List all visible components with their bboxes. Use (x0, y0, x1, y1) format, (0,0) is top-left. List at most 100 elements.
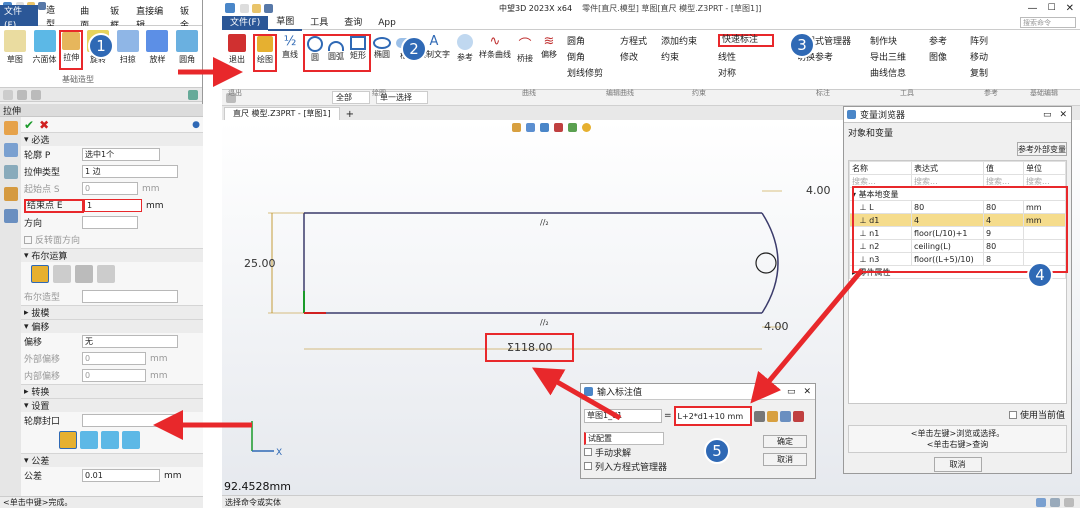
doc-tab-sketch[interactable]: 直尺 模型.Z3PRT - [草图1] (224, 107, 340, 120)
open-icon[interactable] (252, 3, 261, 13)
function-icon[interactable] (779, 410, 791, 422)
line-button[interactable]: ½ 直线 (278, 34, 302, 79)
loft-button[interactable]: 放样 (143, 30, 173, 87)
close-button[interactable]: ✕ (1066, 3, 1074, 14)
dim-tool-icon-a[interactable] (753, 410, 765, 422)
external-variable-button[interactable]: 参考外部变量 (1017, 142, 1067, 156)
offset-curve-button[interactable]: ≋ 偏移 (538, 34, 560, 79)
select-icon[interactable] (17, 89, 27, 100)
convert-section[interactable]: ▸ 转换 (21, 384, 203, 398)
chamfer-curve-item[interactable]: 倒角 (567, 50, 619, 63)
bridge-button[interactable]: ⌒ 桥接 (513, 34, 537, 79)
pick-icon[interactable] (31, 89, 41, 100)
view-icon[interactable] (3, 165, 18, 179)
var-cancel-button[interactable]: 取消 (933, 457, 982, 472)
tab-app[interactable]: App (370, 16, 404, 30)
seal-none-icon[interactable] (59, 431, 77, 449)
image-item[interactable]: 图像 (929, 50, 969, 63)
end-field[interactable]: 1 (84, 199, 142, 212)
reference-button[interactable]: 参考 (453, 34, 477, 79)
draw-button[interactable]: 绘图 (253, 34, 277, 72)
tolerance-section[interactable]: ▾ 公差 (21, 453, 203, 467)
trim-curve-item[interactable]: 划线修剪 (567, 66, 619, 79)
curve-info-item[interactable]: 曲线信息 (870, 66, 928, 79)
var-browser-pin[interactable]: ▭ (1043, 110, 1052, 120)
seal-field[interactable] (82, 414, 178, 427)
dim-sum[interactable]: Σ118.00 (485, 333, 575, 362)
dim-radius-top[interactable]: 4.00 (806, 184, 831, 197)
tab-sketch[interactable]: 草图 (268, 15, 303, 31)
export-3d-item[interactable]: 导出三维 (870, 50, 928, 63)
linear-dimension-item[interactable]: 线性 (718, 50, 774, 63)
status-grid-icon[interactable] (1050, 497, 1060, 507)
expression-input[interactable]: L+2*d1+10 (678, 412, 728, 421)
mode-select[interactable]: 试配置 (584, 432, 664, 445)
array-item[interactable]: 阵列 (970, 34, 1010, 47)
spline-button[interactable]: ∿ 样条曲线 (478, 34, 512, 79)
make-block-item[interactable]: 制作块 (870, 34, 928, 47)
move-item[interactable]: 移动 (970, 50, 1010, 63)
ok-icon[interactable]: ✔ (24, 118, 34, 132)
seal-start-icon[interactable] (80, 431, 98, 449)
required-section[interactable]: ▾ 必选 (21, 132, 203, 146)
right-file-menu[interactable]: 文件(F) (222, 15, 269, 30)
dim-width[interactable]: 25.00 (244, 257, 276, 270)
tolerance-field[interactable]: 0.01 (82, 469, 160, 482)
maximize-button[interactable]: ☐ (1048, 3, 1056, 13)
draft-section[interactable]: ▸ 拔模 (21, 305, 203, 319)
filter-icon[interactable] (3, 89, 13, 100)
profile-field[interactable]: 选中1个 (82, 148, 160, 161)
refresh-icon[interactable] (188, 89, 198, 100)
fillet-curve-item[interactable]: 圆角 (567, 34, 619, 47)
user-icon[interactable] (3, 209, 18, 223)
offset-section[interactable]: ▾ 偏移 (21, 319, 203, 333)
bool-base-icon[interactable] (31, 265, 49, 283)
info-icon[interactable]: ● (192, 120, 200, 130)
left-cube-button[interactable]: 六面体 (30, 30, 60, 87)
part-icon[interactable] (3, 121, 18, 135)
equation-item[interactable]: 方程式 (620, 34, 660, 47)
tab-query[interactable]: 查询 (336, 16, 370, 30)
direction-field[interactable] (82, 216, 138, 229)
status-view-icon[interactable] (1036, 497, 1046, 507)
filter-all-select[interactable]: 全部 (332, 91, 370, 104)
inner-field[interactable]: 0 (82, 369, 146, 382)
sketch-hole[interactable] (755, 252, 777, 274)
flip-checkbox[interactable] (24, 235, 32, 244)
left-sketch-button[interactable]: 草图 (0, 30, 30, 87)
dim-tool-icon-c[interactable] (792, 410, 804, 422)
seal-both-icon[interactable] (122, 431, 140, 449)
settings-section[interactable]: ▾ 设置 (21, 398, 203, 412)
quick-dimension-item[interactable]: 快速标注 (718, 34, 774, 47)
command-search-input[interactable]: 搜索命令 (1020, 17, 1076, 28)
minimize-button[interactable]: — (1028, 3, 1038, 14)
constraint-item[interactable]: 约束 (661, 50, 717, 63)
input-dialog-pin[interactable]: ▭ (787, 387, 796, 397)
offset-select[interactable]: 无 (82, 335, 178, 348)
ellipse-button[interactable]: 椭圆 (372, 34, 392, 79)
bool-add-icon[interactable] (53, 265, 71, 283)
bool-remove-icon[interactable] (75, 265, 93, 283)
circle-button[interactable]: 圆 (305, 36, 325, 70)
boolean-section[interactable]: ▾ 布尔运算 (21, 248, 203, 262)
input-ok-button[interactable]: 确定 (763, 435, 807, 448)
history-icon[interactable] (3, 143, 18, 157)
bool-shape-field[interactable] (82, 290, 178, 303)
arc-button[interactable]: 圆弧 (325, 36, 347, 70)
start-field[interactable]: 0 (82, 182, 138, 195)
tab-tools[interactable]: 工具 (302, 16, 336, 30)
reference-item[interactable]: 参考 (929, 34, 969, 47)
add-constraint-item[interactable]: 添加约束 (661, 34, 717, 47)
new-icon[interactable] (240, 3, 249, 13)
extrude-button[interactable]: 拉伸 (59, 30, 84, 70)
dimension-name-field[interactable]: 草图1_d1 (584, 409, 662, 423)
dim-tool-icon-b[interactable] (766, 410, 778, 422)
manual-solve-checkbox[interactable] (584, 448, 592, 456)
new-tab-button[interactable]: + (346, 109, 354, 120)
dim-radius-bottom[interactable]: 4.00 (764, 320, 789, 333)
palette-icon[interactable] (3, 187, 18, 201)
bool-intersect-icon[interactable] (97, 265, 115, 283)
seal-end-icon[interactable] (101, 431, 119, 449)
modify-item[interactable]: 修改 (620, 50, 660, 63)
exit-button[interactable]: 退出 (222, 34, 252, 79)
